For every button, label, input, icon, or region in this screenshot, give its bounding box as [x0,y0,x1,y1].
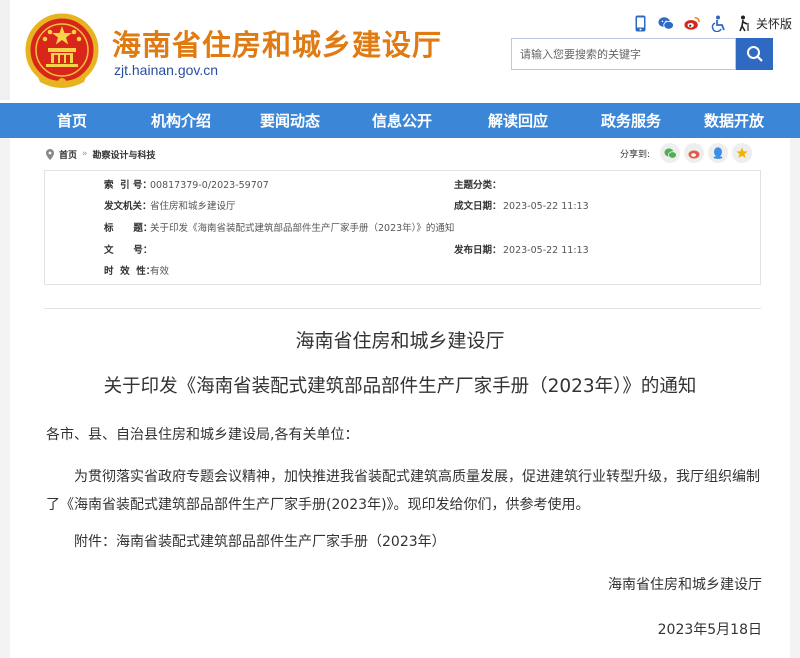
nav-interpretation[interactable]: 解读回应 [442,103,594,138]
meta-docno-key: 文 号： [104,245,153,256]
qzone-icon [736,147,748,158]
nav-home[interactable]: 首页 [0,103,144,138]
meta-validity-value: 有效 [150,266,170,277]
article-salutation: 各市、县、自治县住房和城乡建设局,各有关单位： [46,427,359,443]
meta-index-value: 00817379-0/2023-59707 [150,180,269,191]
nav-services[interactable]: 政务服务 [594,103,668,138]
share-wechat-button[interactable] [660,143,681,163]
nav-organization[interactable]: 机构介绍 [144,103,218,138]
breadcrumb: 首页 » 勘察设计与科技 [46,147,156,161]
article-signature: 海南省住房和城乡建设厅 [608,577,762,593]
national-emblem-logo[interactable] [22,12,102,90]
qq-icon [713,147,723,159]
article-title: 关于印发《海南省装配式建筑部品部件生产厂家手册（2023年）》的通知 [103,376,697,397]
site-header: 海南省住房和城乡建设厅 zjt.hainan.gov.cn 关怀版 [0,0,800,100]
page-edge-shade [0,0,10,100]
nav-disclosure[interactable]: 信息公开 [362,103,442,138]
meta-created-value: 2023-05-22 11:13 [503,201,589,212]
elderly-care-icon[interactable] [736,14,752,32]
weibo-icon[interactable] [684,14,700,32]
search-icon [746,46,763,62]
search-input[interactable] [512,39,735,69]
article-date: 2023年5月18日 [657,622,762,638]
article-body-paragraph: 为贯彻落实省政府专题会议精神，加快推进我省装配式建筑高质量发展，促进建筑行业转型… [46,469,760,513]
nav-news[interactable]: 要闻动态 [218,103,362,138]
share-qq-button[interactable] [708,143,729,163]
main-nav: 首页 机构介绍 要闻动态 信息公开 解读回应 政务服务 数据开放 [0,103,800,138]
site-title[interactable]: 海南省住房和城乡建设厅 [112,22,442,64]
meta-issuer-key: 发文机关： [104,201,152,212]
search-box [511,38,736,70]
nav-open-data[interactable]: 数据开放 [668,103,800,138]
share-weibo-button[interactable] [684,143,705,163]
share-bar: 分享到: [620,143,753,163]
share-label: 分享到: [620,149,651,160]
breadcrumb-separator: » [82,149,88,159]
meta-topic-key: 主题分类： [454,180,502,191]
phone-icon[interactable] [632,14,648,32]
meta-index-key: 索 引 号： [104,180,152,191]
meta-validity-key: 时 效 性： [104,266,156,277]
breadcrumb-current-link[interactable]: 勘察设计与科技 [93,148,156,161]
search-button[interactable] [736,38,773,70]
meta-title-key: 标 题： [104,223,153,234]
location-pin-icon [46,148,54,160]
section-divider [44,308,761,309]
breadcrumb-home-link[interactable]: 首页 [59,148,77,161]
site-domain: zjt.hainan.gov.cn [114,62,219,78]
article-attachment-link[interactable]: 附件：海南省装配式建筑部品部件生产厂家手册（2023年） [74,531,446,551]
accessibility-icon[interactable] [710,14,726,32]
wechat-icon[interactable] [658,14,674,32]
article-issuing-org: 海南省住房和城乡建设厅 [295,330,505,352]
wechat-icon [664,148,677,159]
document-meta-table: 索 引 号： 00817379-0/2023-59707 主题分类： 发文机关：… [44,170,761,285]
page-edge-shade [790,138,800,658]
share-qzone-button[interactable] [732,143,753,163]
care-mode-link[interactable]: 关怀版 [756,15,792,32]
meta-published-value: 2023-05-22 11:13 [503,245,589,256]
top-tool-icons: 关怀版 [632,12,792,34]
meta-title-value: 关于印发《海南省装配式建筑部品部件生产厂家手册（2023年）》的通知 [150,223,455,234]
meta-created-key: 成文日期： [454,201,502,212]
weibo-icon [688,150,700,158]
meta-published-key: 发布日期： [454,245,502,256]
meta-issuer-value: 省住房和城乡建设厅 [150,201,236,212]
